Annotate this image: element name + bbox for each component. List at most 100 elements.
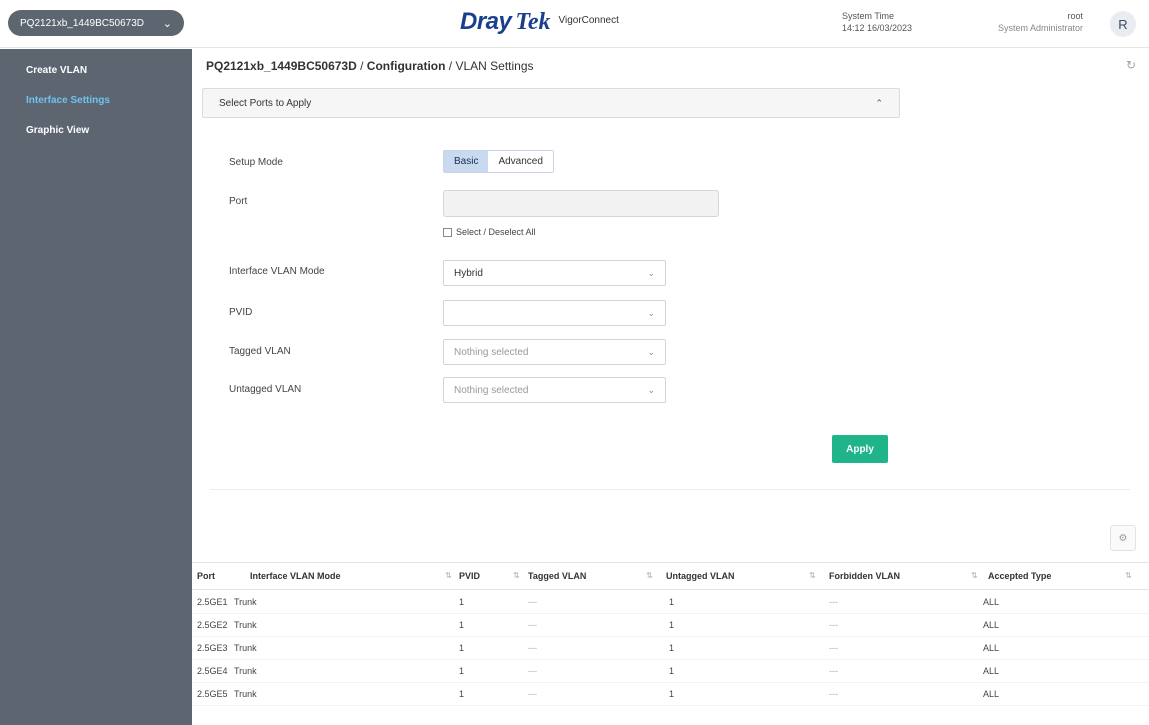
interface-vlan-mode-select[interactable]: Hybrid ⌄ bbox=[443, 260, 666, 286]
cell-untagged-vlan: 1 bbox=[669, 597, 675, 607]
chevron-down-icon: ⌄ bbox=[162, 17, 172, 30]
interface-vlan-mode-label: Interface VLAN Mode bbox=[229, 266, 325, 277]
sort-icon[interactable]: ⇅ bbox=[809, 571, 816, 580]
mode-advanced-button[interactable]: Advanced bbox=[488, 151, 553, 172]
breadcrumb-page: VLAN Settings bbox=[455, 59, 534, 73]
select-all-checkbox-row[interactable]: Select / Deselect All bbox=[443, 227, 536, 237]
device-selector-label: PQ2121xb_1449BC50673D bbox=[20, 17, 144, 29]
column-header-port[interactable]: Port bbox=[197, 571, 215, 581]
untagged-vlan-label: Untagged VLAN bbox=[229, 384, 302, 395]
divider bbox=[210, 489, 1130, 490]
cell-accepted-type: ALL bbox=[983, 666, 1000, 676]
draytek-logo: Dray Tek VigorConnect bbox=[460, 8, 619, 36]
chevron-down-icon: ⌄ bbox=[647, 267, 655, 278]
cell-port: 2.5GE5 bbox=[197, 689, 228, 699]
cell-forbidden-vlan: --- bbox=[829, 620, 838, 630]
table-header: Port Interface VLAN Mode ⇅ PVID ⇅ Tagged… bbox=[192, 562, 1149, 590]
breadcrumb-separator: / bbox=[360, 59, 367, 73]
tagged-vlan-select[interactable]: Nothing selected ⌄ bbox=[443, 339, 666, 365]
panel-title: Select Ports to Apply bbox=[219, 97, 312, 109]
untagged-vlan-placeholder: Nothing selected bbox=[454, 384, 529, 396]
tagged-vlan-placeholder: Nothing selected bbox=[454, 346, 529, 358]
untagged-vlan-select[interactable]: Nothing selected ⌄ bbox=[443, 377, 666, 403]
select-all-label: Select / Deselect All bbox=[456, 227, 536, 237]
cell-pvid: 1 bbox=[459, 689, 465, 699]
cell-pvid: 1 bbox=[459, 620, 465, 630]
breadcrumb: PQ2121xb_1449BC50673D / Configuration / … bbox=[206, 59, 534, 73]
cell-pvid: 1 bbox=[459, 597, 465, 607]
cell-port: 2.5GE1 bbox=[197, 597, 228, 607]
product-name: VigorConnect bbox=[558, 15, 619, 26]
table-row[interactable]: 2.5GE5 Trunk 1 --- 1 --- ALL bbox=[192, 683, 1149, 706]
column-header-untagged-vlan[interactable]: Untagged VLAN bbox=[666, 571, 735, 581]
cell-forbidden-vlan: --- bbox=[829, 597, 838, 607]
tagged-vlan-label: Tagged VLAN bbox=[229, 346, 291, 357]
user-info[interactable]: root System Administrator bbox=[998, 10, 1083, 34]
table-row[interactable]: 2.5GE2 Trunk 1 --- 1 --- ALL bbox=[192, 614, 1149, 637]
top-bar: PQ2121xb_1449BC50673D ⌄ Dray Tek VigorCo… bbox=[0, 0, 1149, 48]
cell-port: 2.5GE3 bbox=[197, 643, 228, 653]
user-name: root bbox=[1067, 11, 1083, 21]
chevron-down-icon: ⌄ bbox=[647, 307, 655, 318]
cell-forbidden-vlan: --- bbox=[829, 643, 838, 653]
logo-brand-right: Tek bbox=[515, 9, 551, 35]
chevron-down-icon: ⌄ bbox=[647, 346, 655, 357]
column-header-forbidden-vlan[interactable]: Forbidden VLAN bbox=[829, 571, 900, 581]
cell-interface-vlan-mode: Trunk bbox=[234, 620, 257, 630]
refresh-icon[interactable]: ↻ bbox=[1126, 58, 1136, 72]
cell-port: 2.5GE4 bbox=[197, 666, 228, 676]
chevron-up-icon[interactable]: ⌃ bbox=[875, 98, 883, 109]
cell-tagged-vlan: --- bbox=[528, 666, 537, 676]
cell-tagged-vlan: --- bbox=[528, 643, 537, 653]
cell-untagged-vlan: 1 bbox=[669, 666, 675, 676]
cell-accepted-type: ALL bbox=[983, 643, 1000, 653]
device-selector[interactable]: PQ2121xb_1449BC50673D ⌄ bbox=[8, 10, 184, 36]
table-row[interactable]: 2.5GE1 Trunk 1 --- 1 --- ALL bbox=[192, 591, 1149, 614]
select-ports-panel-header[interactable]: Select Ports to Apply ⌃ bbox=[202, 88, 900, 118]
select-all-checkbox[interactable] bbox=[443, 227, 452, 237]
cell-forbidden-vlan: --- bbox=[829, 666, 838, 676]
chevron-down-icon: ⌄ bbox=[647, 384, 655, 395]
cell-interface-vlan-mode: Trunk bbox=[234, 689, 257, 699]
pvid-select[interactable]: ⌄ bbox=[443, 300, 666, 326]
system-time-value: 14:12 16/03/2023 bbox=[842, 23, 913, 33]
cell-pvid: 1 bbox=[459, 643, 465, 653]
column-header-interface-vlan-mode[interactable]: Interface VLAN Mode bbox=[250, 571, 341, 581]
setup-mode-label: Setup Mode bbox=[229, 157, 283, 168]
breadcrumb-section[interactable]: Configuration bbox=[367, 59, 446, 73]
cell-untagged-vlan: 1 bbox=[669, 689, 675, 699]
setup-mode-toggle: Basic Advanced bbox=[443, 150, 554, 173]
cell-accepted-type: ALL bbox=[983, 689, 1000, 699]
port-label: Port bbox=[229, 196, 248, 207]
logo-brand-left: Dray bbox=[460, 8, 512, 35]
cell-tagged-vlan: --- bbox=[528, 597, 537, 607]
sort-icon[interactable]: ⇅ bbox=[971, 571, 978, 580]
column-header-tagged-vlan[interactable]: Tagged VLAN bbox=[528, 571, 586, 581]
sort-icon[interactable]: ⇅ bbox=[1125, 571, 1132, 580]
system-time: System Time 14:12 16/03/2023 bbox=[842, 10, 912, 34]
main-content: PQ2121xb_1449BC50673D / Configuration / … bbox=[192, 49, 1149, 725]
table-row[interactable]: 2.5GE3 Trunk 1 --- 1 --- ALL bbox=[192, 637, 1149, 660]
cell-accepted-type: ALL bbox=[983, 597, 1000, 607]
user-role: System Administrator bbox=[997, 23, 1083, 33]
column-header-pvid[interactable]: PVID bbox=[459, 571, 480, 581]
sidebar: Create VLAN Interface Settings Graphic V… bbox=[0, 49, 192, 725]
sort-icon[interactable]: ⇅ bbox=[513, 571, 520, 580]
port-input[interactable] bbox=[443, 190, 719, 217]
gear-icon[interactable]: ⚙ bbox=[1110, 525, 1136, 551]
mode-basic-button[interactable]: Basic bbox=[444, 151, 489, 172]
cell-interface-vlan-mode: Trunk bbox=[234, 643, 257, 653]
sidebar-item-create-vlan[interactable]: Create VLAN bbox=[0, 62, 192, 92]
cell-tagged-vlan: --- bbox=[528, 689, 537, 699]
table-row[interactable]: 2.5GE4 Trunk 1 --- 1 --- ALL bbox=[192, 660, 1149, 683]
breadcrumb-device[interactable]: PQ2121xb_1449BC50673D bbox=[206, 59, 357, 73]
sort-icon[interactable]: ⇅ bbox=[646, 571, 653, 580]
avatar[interactable]: R bbox=[1110, 11, 1136, 37]
interface-vlan-mode-value: Hybrid bbox=[454, 267, 483, 279]
column-header-accepted-type[interactable]: Accepted Type bbox=[988, 571, 1051, 581]
sort-icon[interactable]: ⇅ bbox=[445, 571, 452, 580]
cell-untagged-vlan: 1 bbox=[669, 620, 675, 630]
sidebar-item-interface-settings[interactable]: Interface Settings bbox=[0, 92, 192, 122]
sidebar-item-graphic-view[interactable]: Graphic View bbox=[0, 122, 192, 152]
apply-button[interactable]: Apply bbox=[832, 435, 888, 463]
